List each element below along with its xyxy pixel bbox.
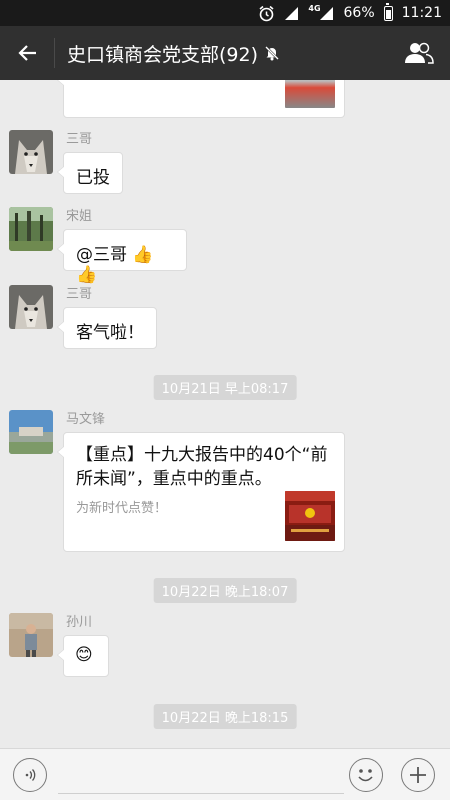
message-bubble[interactable]: 已投 [57,152,123,194]
message-bubble[interactable]: @三哥 👍👍 [57,229,187,285]
message-bubble[interactable]: 😊 [57,635,109,677]
network-type: 4G [308,3,321,13]
alarm-icon [258,5,275,22]
message-bubble[interactable]: 客气啦！ [57,307,157,349]
plus-button[interactable] [401,758,435,792]
link-card[interactable]: 【重点】十九大报告中的40个“前所未闻”，重点中的重点。 为新时代点赞！ [57,432,345,552]
lte-signal-icon: 4G [308,3,333,21]
sender-name: 宋姐 [66,209,93,224]
smile-emoji: 😊 [75,645,93,665]
previous-link-card[interactable] [57,80,345,118]
chat-title: 史口镇商会党支部(92) [67,43,259,66]
previous-card-thumbnail [285,80,335,108]
avatar-person[interactable] [9,613,53,657]
battery-percent: 66% [343,5,375,21]
title-bar: 史口镇商会党支部(92) [0,26,450,80]
timestamp: 10月22日 晚上18:15 [153,704,297,729]
message-text: @三哥 👍👍 [76,245,154,285]
timestamp: 10月21日 早上08:17 [153,375,297,400]
mute-bell-icon [264,45,280,61]
emoji-button[interactable] [349,758,383,792]
sender-name: 孙川 [66,615,93,630]
battery-icon [383,2,393,21]
link-title: 【重点】十九大报告中的40个“前所未闻”，重点中的重点。 [76,445,328,489]
congress-hall-thumbnail [285,491,335,541]
voice-icon [25,769,36,781]
sender-name: 马文锋 [66,412,106,427]
emoji-icon [358,769,373,782]
back-arrow-icon [18,45,36,61]
group-members-button[interactable] [396,26,442,80]
group-members-icon [405,42,434,64]
sender-name: 三哥 [66,287,93,302]
chat-area[interactable]: 三哥 已投 宋姐 @三哥 👍👍 三哥 客气啦！ 10月21日 早上08:17 马… [0,80,450,748]
avatar-wolf[interactable] [9,285,53,329]
input-bar [0,748,450,800]
status-bar: 4G 66% 11:21 [0,0,450,26]
clock: 11:21 [401,5,442,21]
message-text: 客气啦！ [76,323,144,343]
title-divider [54,38,55,68]
plus-icon [410,767,426,783]
sender-name: 三哥 [66,132,93,147]
signal-icon [284,6,299,21]
avatar-landscape[interactable] [9,410,53,454]
avatar-forest[interactable] [9,207,53,251]
timestamp: 10月22日 晚上18:07 [153,578,297,603]
avatar-wolf[interactable] [9,130,53,174]
message-text: 已投 [76,168,110,188]
back-button[interactable] [0,26,54,80]
message-input[interactable] [58,759,344,794]
voice-button[interactable] [13,758,47,792]
